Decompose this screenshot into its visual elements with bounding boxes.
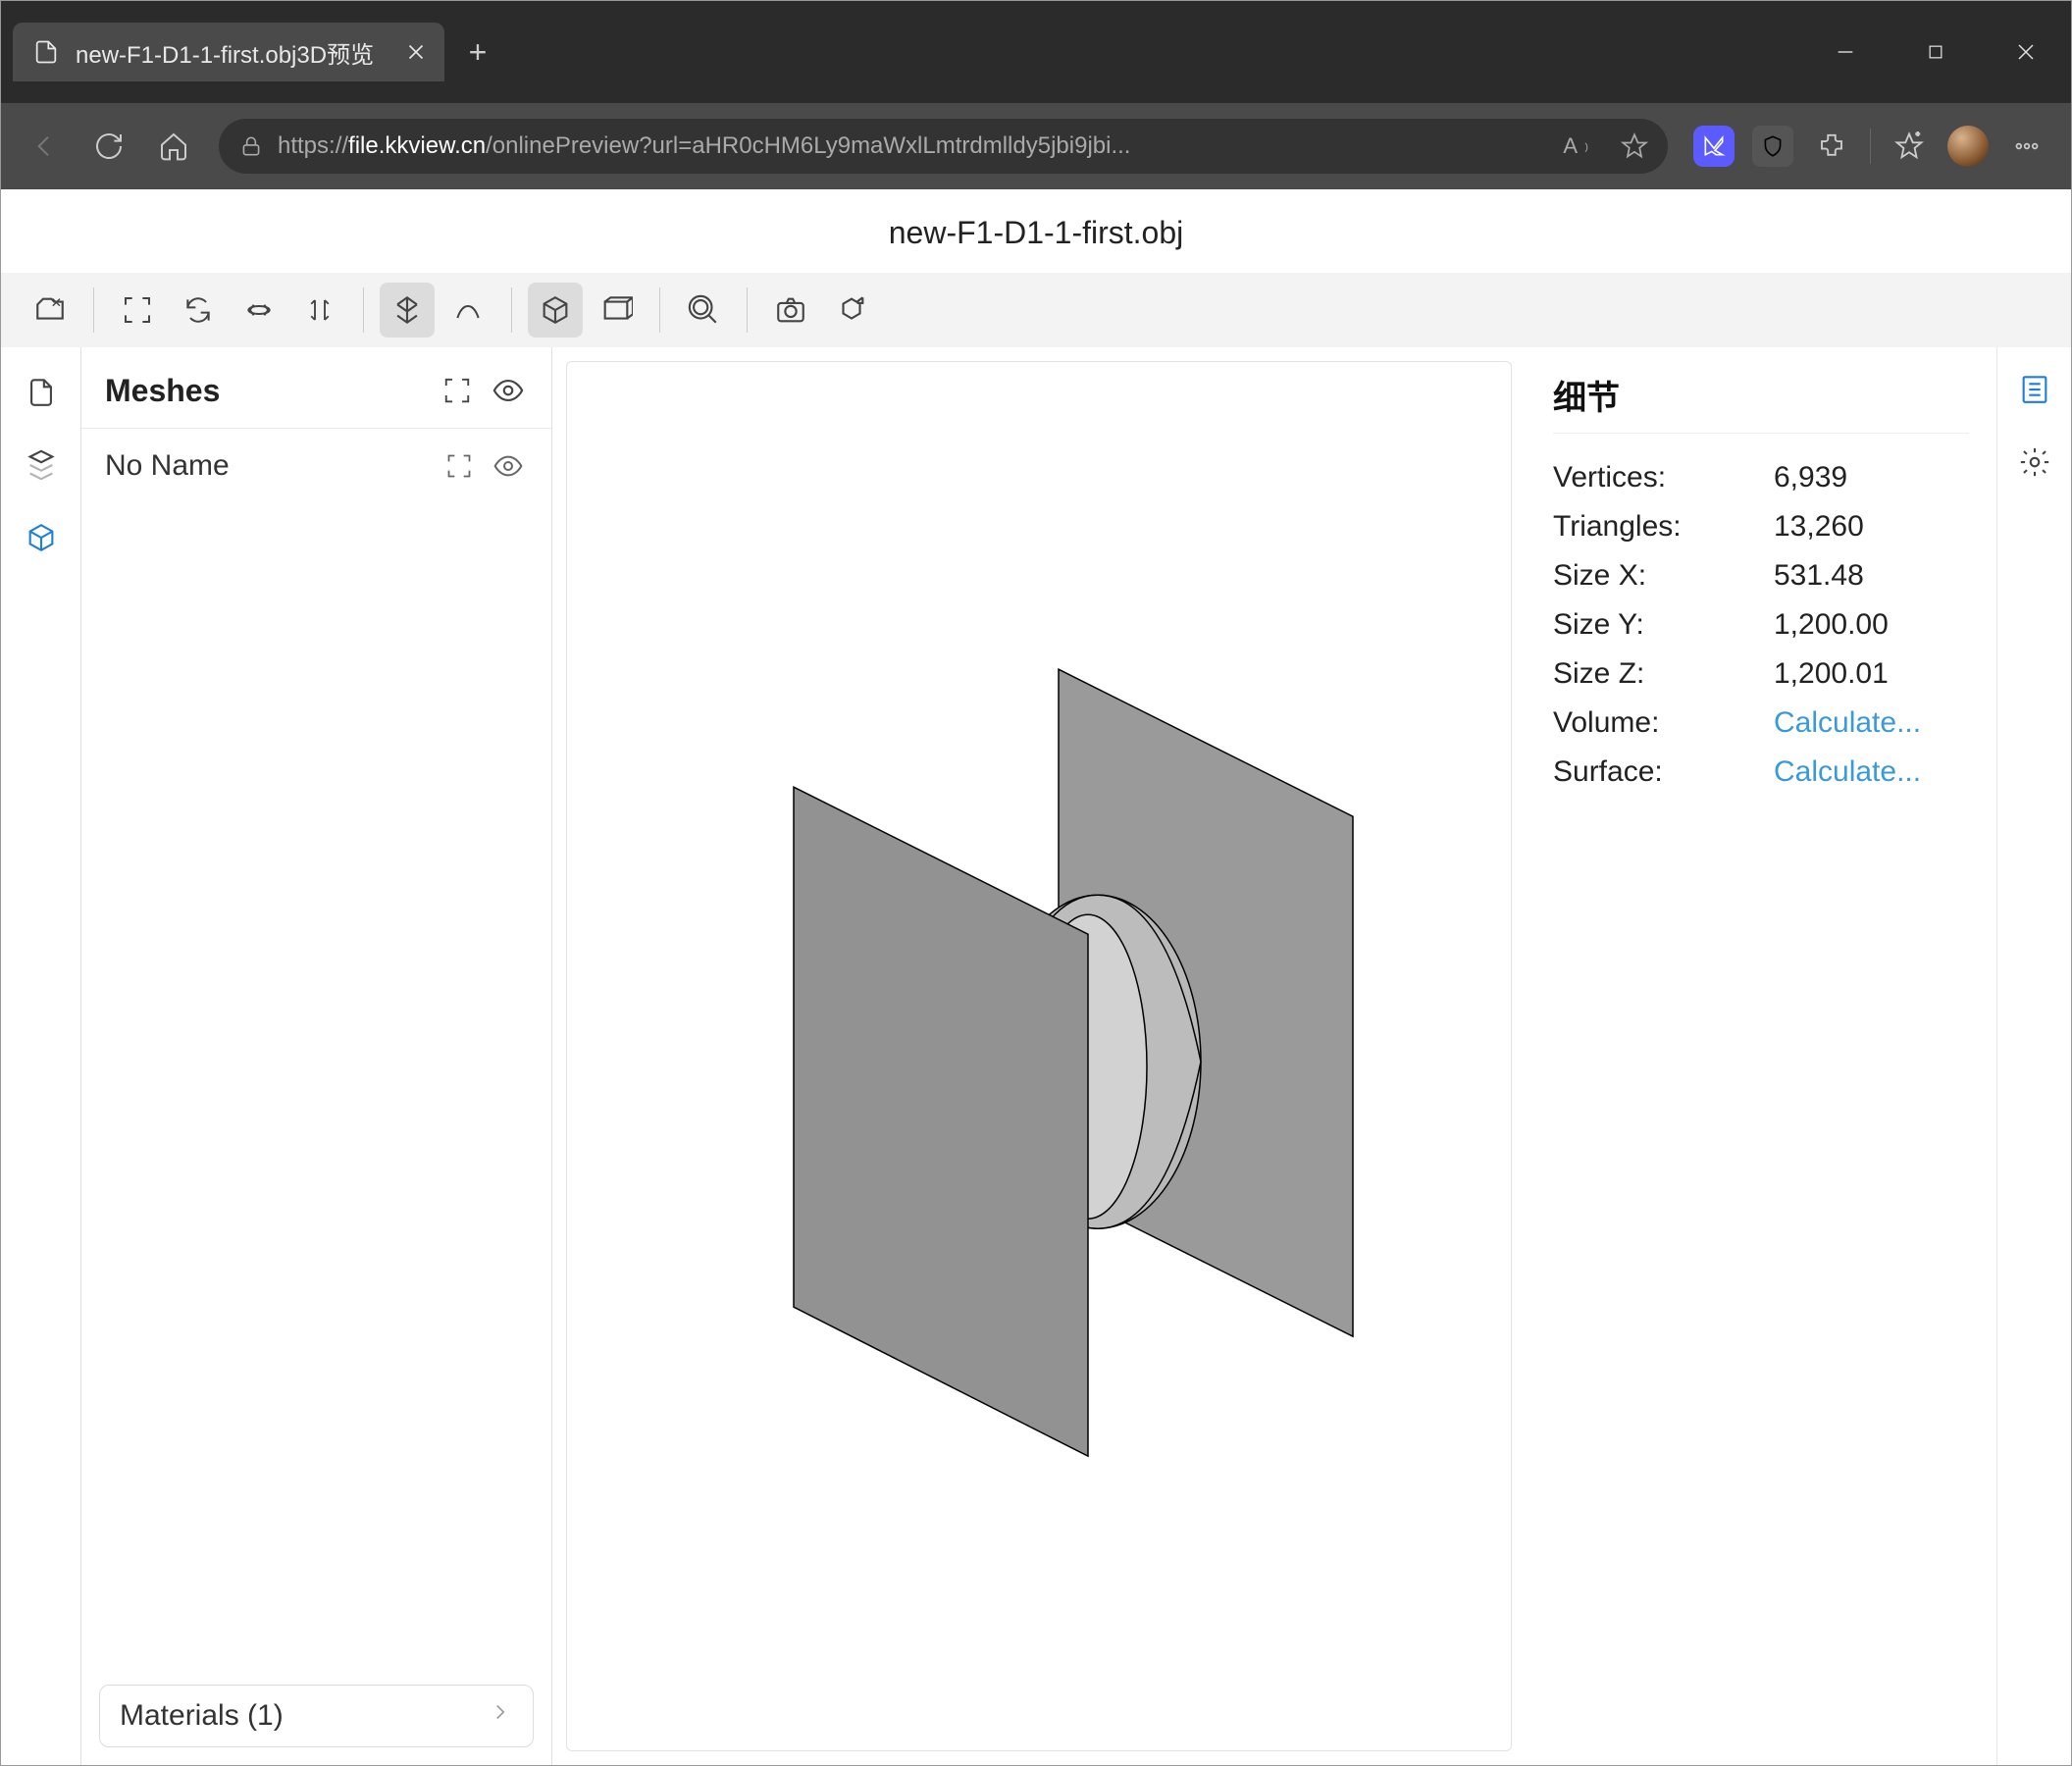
tab-files[interactable] [20,371,63,414]
orbit-button[interactable] [232,283,286,338]
tab-title: new-F1-D1-1-first.obj3D预览 [76,35,374,70]
volume-calculate-link[interactable]: Calculate... [1774,706,1921,740]
sizex-value: 531.48 [1774,559,1864,593]
tab-materials[interactable] [20,443,63,487]
fit-mesh-icon[interactable] [440,446,479,486]
surface-label: Surface: [1553,755,1774,789]
favorites-bar-button[interactable] [1889,126,1930,167]
extension-button-2[interactable] [1752,126,1793,167]
file-name-header: new-F1-D1-1-first.obj [1,189,2071,273]
reader-mode-button[interactable]: A﹚ [1563,133,1593,159]
right-tab-strip [1996,347,2071,1765]
details-title: 细节 [1553,371,1969,434]
browser-menu-button[interactable] [2006,126,2047,167]
panel-title: Meshes [105,373,426,409]
url-scheme: https:// [278,132,348,159]
tab-settings[interactable] [2014,442,2055,483]
volume-label: Volume: [1553,706,1774,740]
profile-avatar[interactable] [1947,126,1989,167]
3d-model [696,640,1382,1508]
meshes-panel: Meshes No Name Materials (1) [81,347,552,1765]
window-close-button[interactable] [1981,24,2071,80]
left-tab-strip [1,347,81,1765]
tab-details[interactable] [2014,369,2055,410]
url-path: /onlinePreview?url=aHR0cHM6Ly9maWxlLmtrd… [486,132,1130,159]
sync-button[interactable] [171,283,226,338]
window-maximize-button[interactable] [1891,24,1981,80]
3d-viewport[interactable] [566,361,1512,1751]
favorite-icon[interactable] [1621,132,1648,160]
browser-address-bar: https://file.kkview.cn/onlinePreview?url… [1,103,2071,189]
materials-toggle[interactable]: Materials (1) [99,1685,534,1747]
url-input[interactable]: https://file.kkview.cn/onlinePreview?url… [219,119,1668,174]
fit-all-icon[interactable] [438,371,477,410]
extensions-menu-button[interactable] [1811,126,1852,167]
mesh-item[interactable]: No Name [81,429,551,503]
sizez-label: Size Z: [1553,657,1774,691]
browser-titlebar: new-F1-D1-1-first.obj3D预览 + [1,1,2071,103]
details-panel: 细节 Vertices: 6,939 Triangles: 13,260 Siz… [1526,347,1996,1765]
materials-label: Materials (1) [120,1699,284,1733]
nav-refresh-button[interactable] [89,127,129,166]
flip-vertical-button[interactable] [292,283,347,338]
view-wireframe-button[interactable] [589,283,644,338]
nav-home-button[interactable] [154,127,193,166]
file-icon [32,38,60,66]
mesh-item-name: No Name [105,449,430,483]
vertices-value: 6,939 [1774,461,1847,494]
extension-button-1[interactable] [1693,126,1735,167]
sizez-value: 1,200.01 [1774,657,1889,691]
tab-meshes[interactable] [20,516,63,559]
browser-tab[interactable]: new-F1-D1-1-first.obj3D预览 [13,23,444,81]
sizey-label: Size Y: [1553,608,1774,642]
new-tab-button[interactable]: + [456,34,499,71]
vertices-label: Vertices: [1553,461,1774,494]
shading-fixed-button[interactable] [380,283,435,338]
tab-close-icon[interactable] [403,39,429,65]
url-host: file.kkview.cn [348,132,486,159]
open-file-button[interactable] [23,283,78,338]
sizey-value: 1,200.00 [1774,608,1889,642]
surface-calculate-link[interactable]: Calculate... [1774,755,1921,789]
view-solid-button[interactable] [528,283,583,338]
screenshot-button[interactable] [763,283,818,338]
sizex-label: Size X: [1553,559,1774,593]
window-minimize-button[interactable] [1800,24,1891,80]
zoom-button[interactable] [676,283,731,338]
visibility-all-icon[interactable] [489,371,528,410]
lock-icon [238,133,264,159]
triangles-value: 13,260 [1774,510,1864,544]
export-button[interactable] [824,283,879,338]
visibility-mesh-icon[interactable] [489,446,528,486]
divider [1870,129,1871,164]
chevron-right-icon [488,1699,513,1733]
measure-button[interactable] [440,283,495,338]
fit-view-button[interactable] [110,283,165,338]
viewer-toolbar [1,273,2071,347]
nav-back-button[interactable] [25,127,64,166]
triangles-label: Triangles: [1553,510,1774,544]
